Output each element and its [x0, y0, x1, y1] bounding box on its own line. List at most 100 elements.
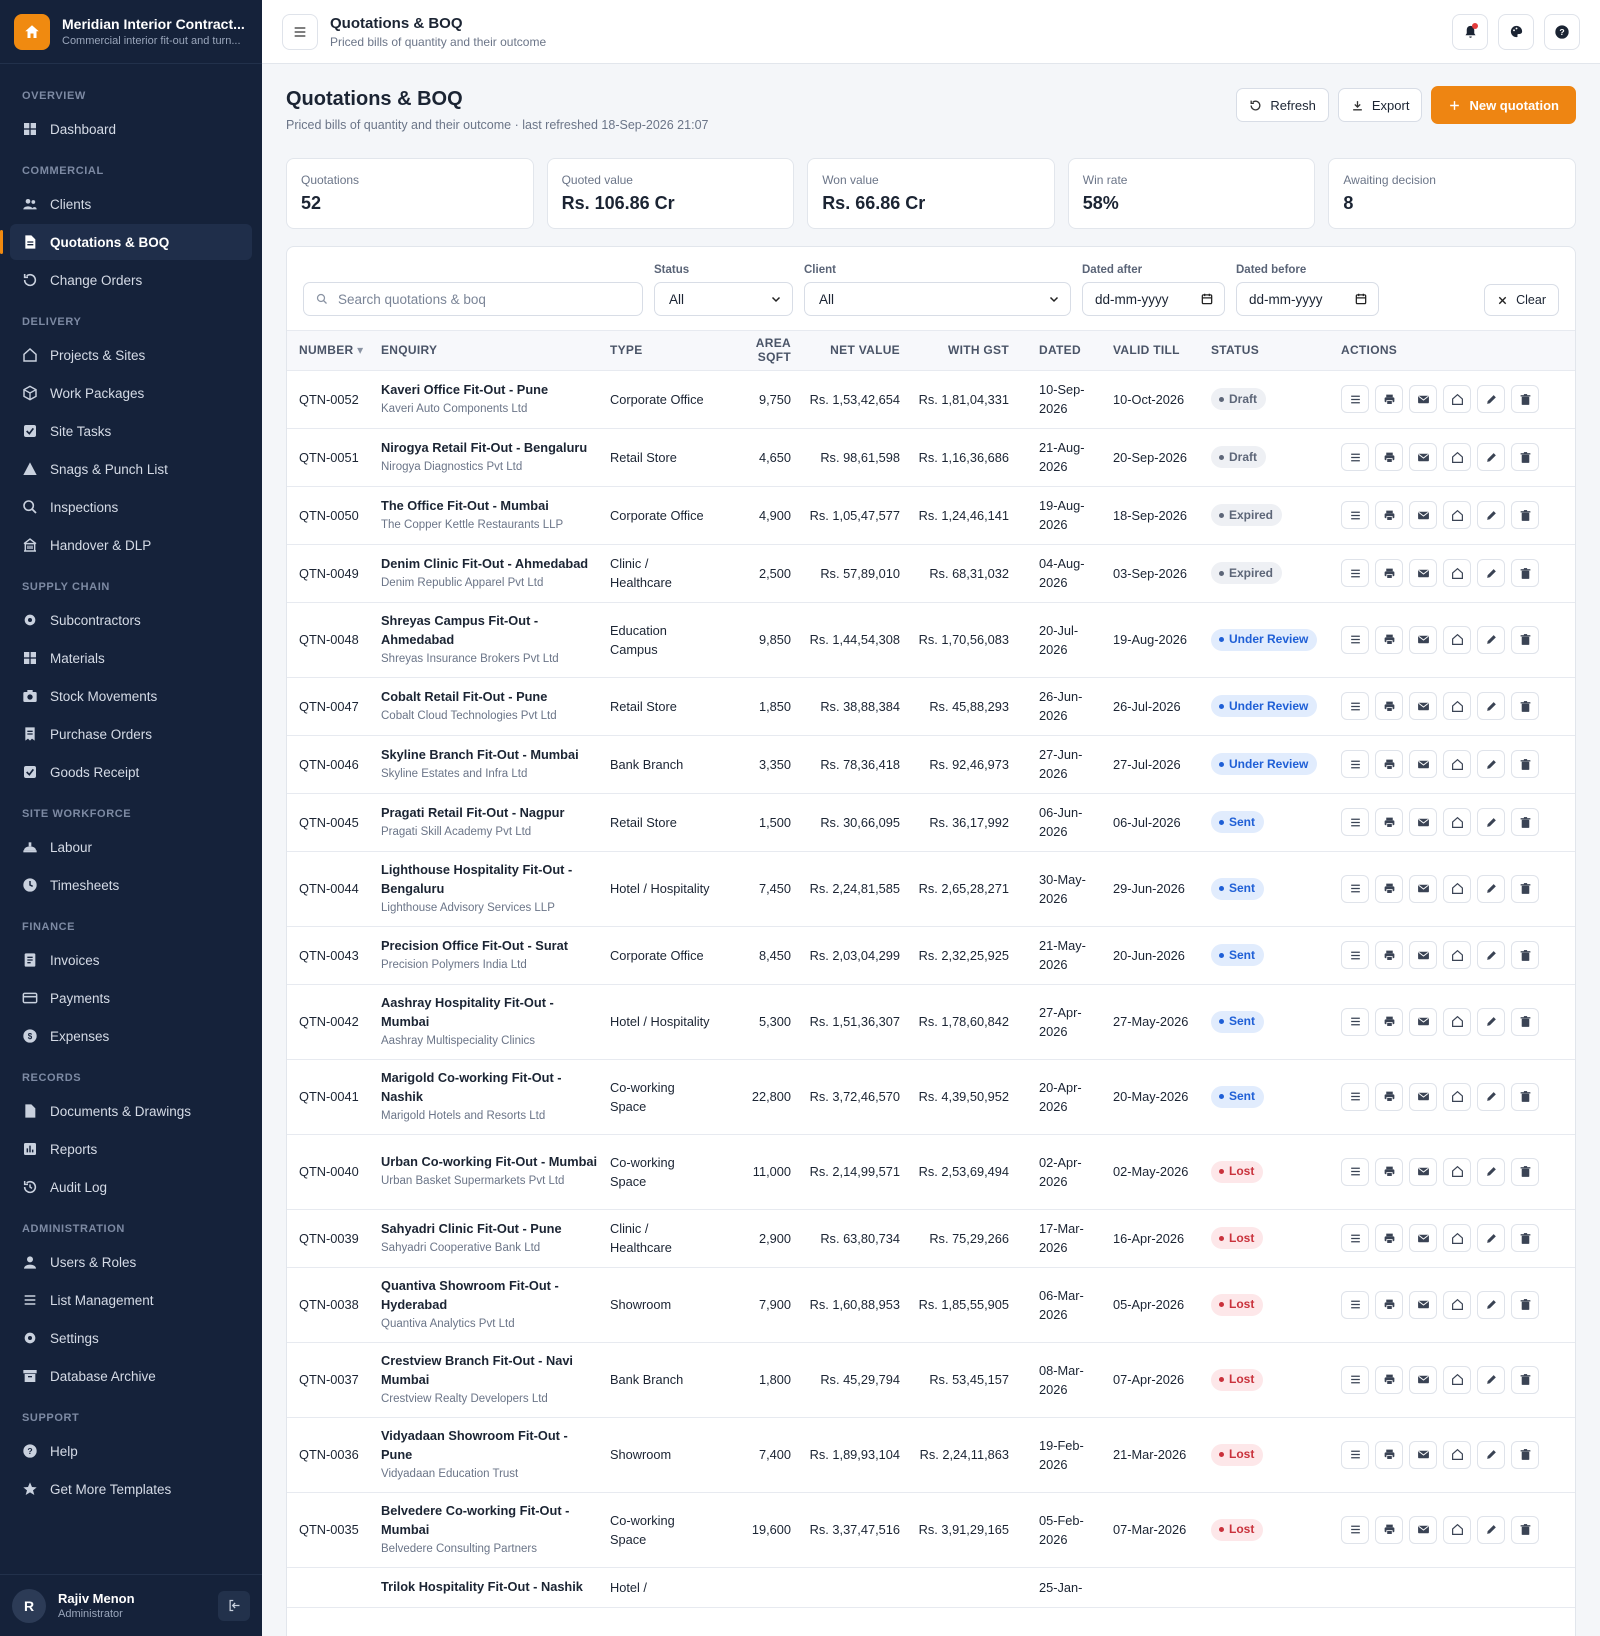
- delete-button[interactable]: [1511, 1082, 1539, 1111]
- email-button[interactable]: [1409, 1157, 1437, 1186]
- delete-button[interactable]: [1511, 808, 1539, 836]
- logout-button[interactable]: [218, 1590, 250, 1621]
- project-button[interactable]: [1443, 1082, 1471, 1111]
- delete-button[interactable]: [1511, 1157, 1539, 1186]
- sidebar-item-site-tasks[interactable]: Site Tasks: [10, 413, 252, 449]
- cell-enquiry[interactable]: Sahyadri Clinic Fit-Out - Pune Sahyadri C…: [375, 1209, 604, 1268]
- col-dated[interactable]: DATED: [1015, 331, 1107, 371]
- sidebar-item-inspections[interactable]: Inspections: [10, 489, 252, 525]
- sidebar-item-projects-sites[interactable]: Projects & Sites: [10, 337, 252, 373]
- table-row[interactable]: QTN-0038 Quantiva Showroom Fit-Out - Hyd…: [287, 1267, 1575, 1343]
- delete-button[interactable]: [1511, 625, 1539, 654]
- table-row[interactable]: QTN-0051 Nirogya Retail Fit-Out - Bengal…: [287, 428, 1575, 487]
- print-button[interactable]: [1375, 1365, 1403, 1394]
- delete-button[interactable]: [1511, 941, 1539, 969]
- cell-enquiry[interactable]: Trilok Hospitality Fit-Out - Nashik: [375, 1567, 604, 1608]
- delete-button[interactable]: [1511, 501, 1539, 529]
- cell-enquiry[interactable]: Quantiva Showroom Fit-Out - Hyderabad Qua…: [375, 1267, 604, 1343]
- project-button[interactable]: [1443, 874, 1471, 903]
- cell-enquiry[interactable]: Shreyas Campus Fit-Out - Ahmedabad Shreya…: [375, 602, 604, 678]
- view-items-button[interactable]: [1341, 1290, 1369, 1319]
- table-row[interactable]: QTN-0036 Vidyadaan Showroom Fit-Out - Pu…: [287, 1417, 1575, 1493]
- view-items-button[interactable]: [1341, 941, 1369, 969]
- table-row[interactable]: QTN-0046 Skyline Branch Fit-Out - Mumbai…: [287, 735, 1575, 794]
- sidebar-item-documents-drawings[interactable]: Documents & Drawings: [10, 1093, 252, 1129]
- project-button[interactable]: [1443, 625, 1471, 654]
- table-row[interactable]: QTN-0035 Belvedere Co-working Fit-Out - …: [287, 1492, 1575, 1568]
- cell-enquiry[interactable]: Vidyadaan Showroom Fit-Out - Pune Vidyada…: [375, 1417, 604, 1493]
- table-row[interactable]: QTN-0052 Kaveri Office Fit-Out - Pune Kav…: [287, 370, 1575, 429]
- sidebar-item-audit-log[interactable]: Audit Log: [10, 1169, 252, 1205]
- sidebar-item-expenses[interactable]: $ Expenses: [10, 1018, 252, 1054]
- table-row[interactable]: QTN-0050 The Office Fit-Out - Mumbai The …: [287, 486, 1575, 545]
- print-button[interactable]: [1375, 1224, 1403, 1252]
- theme-button[interactable]: [1498, 13, 1534, 50]
- print-button[interactable]: [1375, 750, 1403, 778]
- edit-button[interactable]: [1477, 1082, 1505, 1111]
- delete-button[interactable]: [1511, 1290, 1539, 1319]
- cell-enquiry[interactable]: Pragati Retail Fit-Out - Nagpur Pragati S…: [375, 793, 604, 852]
- view-items-button[interactable]: [1341, 625, 1369, 654]
- view-items-button[interactable]: [1341, 1007, 1369, 1036]
- new-quotation-button[interactable]: New quotation: [1431, 86, 1576, 124]
- view-items-button[interactable]: [1341, 1082, 1369, 1111]
- edit-button[interactable]: [1477, 750, 1505, 778]
- edit-button[interactable]: [1477, 625, 1505, 654]
- project-button[interactable]: [1443, 750, 1471, 778]
- table-row[interactable]: QTN-0037 Crestview Branch Fit-Out - Navi…: [287, 1342, 1575, 1418]
- project-button[interactable]: [1443, 1365, 1471, 1394]
- sidebar-item-labour[interactable]: Labour: [10, 829, 252, 865]
- sidebar-item-settings[interactable]: Settings: [10, 1320, 252, 1356]
- project-button[interactable]: [1443, 808, 1471, 836]
- project-button[interactable]: [1443, 1290, 1471, 1319]
- cell-enquiry[interactable]: Precision Office Fit-Out - Surat Precisio…: [375, 926, 604, 985]
- sidebar-item-handover-dlp[interactable]: Handover & DLP: [10, 527, 252, 563]
- sidebar-item-change-orders[interactable]: Change Orders: [10, 262, 252, 298]
- col-type[interactable]: TYPE: [604, 331, 717, 371]
- sidebar-item-invoices[interactable]: Invoices: [10, 942, 252, 978]
- cell-enquiry[interactable]: Nirogya Retail Fit-Out - Bengaluru Nirogy…: [375, 428, 604, 487]
- table-row[interactable]: QTN-0042 Aashray Hospitality Fit-Out - M…: [287, 984, 1575, 1060]
- edit-button[interactable]: [1477, 874, 1505, 903]
- view-items-button[interactable]: [1341, 874, 1369, 903]
- sidebar-item-dashboard[interactable]: Dashboard: [10, 111, 252, 147]
- clear-filters-button[interactable]: Clear: [1484, 284, 1559, 316]
- email-button[interactable]: [1409, 443, 1437, 471]
- client-select[interactable]: All: [804, 282, 1071, 316]
- print-button[interactable]: [1375, 941, 1403, 969]
- print-button[interactable]: [1375, 1082, 1403, 1111]
- email-button[interactable]: [1409, 941, 1437, 969]
- view-items-button[interactable]: [1341, 385, 1369, 413]
- view-items-button[interactable]: [1341, 559, 1369, 587]
- edit-button[interactable]: [1477, 443, 1505, 471]
- view-items-button[interactable]: [1341, 1365, 1369, 1394]
- email-button[interactable]: [1409, 559, 1437, 587]
- sidebar-item-goods-receipt[interactable]: Goods Receipt: [10, 754, 252, 790]
- project-button[interactable]: [1443, 443, 1471, 471]
- delete-button[interactable]: [1511, 1007, 1539, 1036]
- edit-button[interactable]: [1477, 1365, 1505, 1394]
- print-button[interactable]: [1375, 1290, 1403, 1319]
- view-items-button[interactable]: [1341, 1157, 1369, 1186]
- view-items-button[interactable]: [1341, 443, 1369, 471]
- edit-button[interactable]: [1477, 1157, 1505, 1186]
- cell-enquiry[interactable]: Kaveri Office Fit-Out - Pune Kaveri Auto …: [375, 370, 604, 429]
- email-button[interactable]: [1409, 1082, 1437, 1111]
- cell-enquiry[interactable]: Marigold Co-working Fit-Out - Nashik Mari…: [375, 1059, 604, 1135]
- export-button[interactable]: Export: [1337, 88, 1423, 122]
- menu-button[interactable]: [282, 13, 318, 50]
- cell-enquiry[interactable]: Belvedere Co-working Fit-Out - Mumbai Bel…: [375, 1492, 604, 1568]
- table-row[interactable]: QTN-0040 Urban Co-working Fit-Out - Mumb…: [287, 1134, 1575, 1210]
- print-button[interactable]: [1375, 1515, 1403, 1544]
- print-button[interactable]: [1375, 808, 1403, 836]
- delete-button[interactable]: [1511, 559, 1539, 587]
- delete-button[interactable]: [1511, 385, 1539, 413]
- col-enquiry[interactable]: ENQUIRY: [375, 331, 604, 371]
- edit-button[interactable]: [1477, 941, 1505, 969]
- edit-button[interactable]: [1477, 1224, 1505, 1252]
- email-button[interactable]: [1409, 501, 1437, 529]
- cell-enquiry[interactable]: The Office Fit-Out - Mumbai The Copper Ke…: [375, 486, 604, 545]
- sidebar-item-database-archive[interactable]: Database Archive: [10, 1358, 252, 1394]
- email-button[interactable]: [1409, 874, 1437, 903]
- col-area[interactable]: AREA SQFT: [717, 331, 797, 371]
